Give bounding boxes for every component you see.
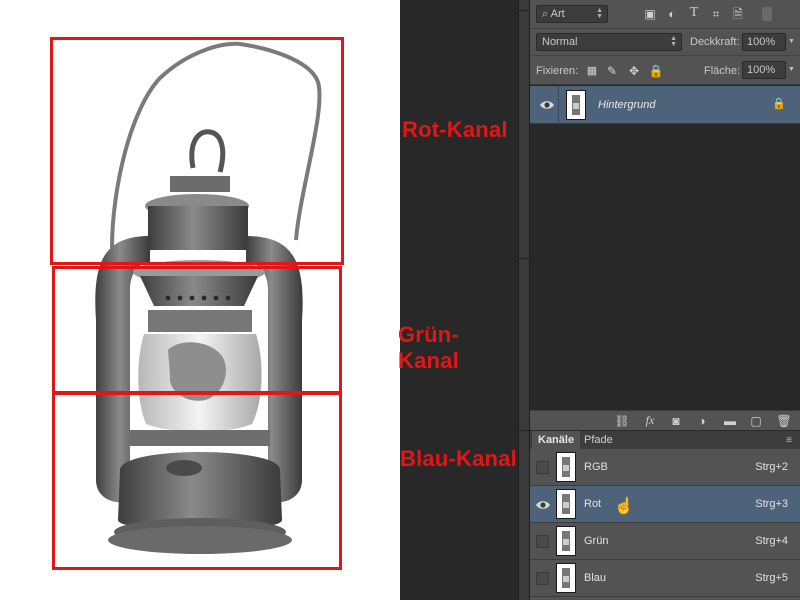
channel-thumbnail	[556, 452, 576, 482]
channel-name: Rot	[584, 498, 602, 510]
opacity-input[interactable]: 100%	[742, 33, 786, 51]
smart-object-filter-icon[interactable]: 🗎	[730, 7, 746, 21]
filter-kind-value: Art	[550, 8, 565, 20]
layers-footer-toolbar: ⛓ fx ◙ ◑ ▬ ▢ 🗑	[530, 410, 800, 430]
trash-icon[interactable]: 🗑	[776, 414, 792, 428]
visibility-toggle[interactable]	[536, 572, 549, 585]
eye-icon[interactable]	[539, 97, 555, 113]
red-channel-frame	[50, 37, 344, 265]
channel-shortcut: Strg+3	[755, 498, 788, 510]
channel-thumbnail	[556, 526, 576, 556]
new-group-icon[interactable]: ▬	[722, 414, 738, 428]
panel-menu-icon[interactable]: ≡	[786, 435, 792, 446]
red-channel-label: Rot-Kanal	[402, 117, 508, 142]
blend-row: Normal ▲ ▼ Deckkraft: 100% ▼	[530, 29, 800, 56]
channel-shortcut: Strg+5	[755, 572, 788, 584]
tab-kanaele[interactable]: Kanäle	[532, 431, 581, 450]
channel-thumbnail	[556, 489, 576, 519]
tab-pfade[interactable]: Pfade	[578, 431, 619, 450]
pixel-filter-icon[interactable]: ▣	[642, 7, 658, 21]
fill-dropdown-icon[interactable]: ▼	[788, 66, 795, 73]
visibility-toggle[interactable]	[536, 461, 549, 474]
chevron-updown-icon: ▲ ▼	[596, 7, 603, 20]
layers-panel: ⌕ Art ▲ ▼ ▣ ◐ T ⌗ 🗎 Normal ▲ ▼ Deckkraft: …	[530, 0, 800, 600]
lock-position-icon[interactable]: ✥	[626, 64, 642, 78]
layer-row-hintergrund[interactable]: Hintergrund 🔒	[530, 86, 800, 124]
channel-row-blau[interactable]: Blau Strg+5	[530, 560, 800, 597]
lock-transparency-icon[interactable]: ▦	[584, 64, 600, 78]
chevron-updown-icon: ▲ ▼	[670, 35, 677, 48]
search-icon: ⌕	[542, 8, 549, 20]
blend-mode-value: Normal	[542, 36, 578, 48]
channel-name: Blau	[584, 572, 607, 584]
hand-cursor-icon: ☝	[614, 498, 634, 515]
channel-name: RGB	[584, 461, 608, 473]
panel-dock-strip[interactable]	[518, 0, 531, 600]
lock-label: Fixieren:	[536, 65, 579, 77]
channel-shortcut: Strg+2	[755, 461, 788, 473]
channel-name: Grün	[584, 535, 609, 547]
layer-list[interactable]: Hintergrund 🔒	[530, 85, 800, 410]
photoshop-window: Rot-Kanal Grün-Kanal Blau-Kanal ⌕ Art ▲ ▼…	[0, 0, 800, 600]
channel-row-rot[interactable]: Rot ☝ Strg+3	[530, 486, 800, 523]
opacity-label: Deckkraft:	[690, 36, 740, 48]
layer-lock-icon: 🔒	[772, 98, 786, 110]
channels-tab-bar: Kanäle Pfade ≡	[530, 430, 800, 450]
fill-label: Fläche:	[704, 65, 741, 77]
layer-name[interactable]: Hintergrund	[598, 99, 655, 111]
blue-channel-frame	[52, 392, 342, 570]
layer-filter-row: ⌕ Art ▲ ▼ ▣ ◐ T ⌗ 🗎	[530, 0, 800, 29]
lock-pixels-icon[interactable]: ✎	[604, 64, 620, 78]
layer-thumbnail	[566, 90, 586, 120]
fill-input[interactable]: 100%	[742, 61, 786, 79]
document-canvas[interactable]	[0, 0, 400, 600]
green-channel-label: Grün-Kanal	[398, 322, 459, 373]
opacity-dropdown-icon[interactable]: ▼	[788, 38, 795, 45]
fx-icon[interactable]: fx	[642, 413, 658, 427]
adjustment-filter-icon[interactable]: ◐	[664, 7, 680, 21]
lock-all-icon[interactable]: 🔒	[648, 64, 664, 78]
filter-kind-select[interactable]: ⌕ Art ▲ ▼	[536, 5, 608, 23]
visibility-toggle[interactable]	[536, 535, 549, 548]
link-layers-icon[interactable]: ⛓	[614, 414, 630, 428]
channel-shortcut: Strg+4	[755, 535, 788, 547]
filter-toggle-icon[interactable]	[762, 7, 772, 21]
text-filter-icon[interactable]: T	[686, 6, 702, 20]
adjustment-layer-icon[interactable]: ◑	[694, 414, 710, 428]
shape-filter-icon[interactable]: ⌗	[708, 7, 724, 21]
canvas-area[interactable]: Rot-Kanal Grün-Kanal Blau-Kanal	[0, 0, 518, 600]
channel-thumbnail	[556, 563, 576, 593]
fill-value: 100%	[747, 64, 776, 76]
column-divider	[558, 86, 559, 124]
eye-icon[interactable]	[535, 497, 551, 513]
channel-row-gruen[interactable]: Grün Strg+4	[530, 523, 800, 560]
add-mask-icon[interactable]: ◙	[668, 414, 684, 428]
opacity-value: 100%	[747, 36, 776, 48]
blue-channel-label: Blau-Kanal	[400, 446, 517, 471]
new-layer-icon[interactable]: ▢	[748, 414, 764, 428]
blend-mode-select[interactable]: Normal ▲ ▼	[536, 33, 682, 51]
green-channel-frame	[52, 266, 342, 394]
channel-row-rgb[interactable]: RGB Strg+2	[530, 449, 800, 486]
lock-row: Fixieren: ▦ ✎ ✥ 🔒 Fläche: 100% ▼	[530, 56, 800, 85]
